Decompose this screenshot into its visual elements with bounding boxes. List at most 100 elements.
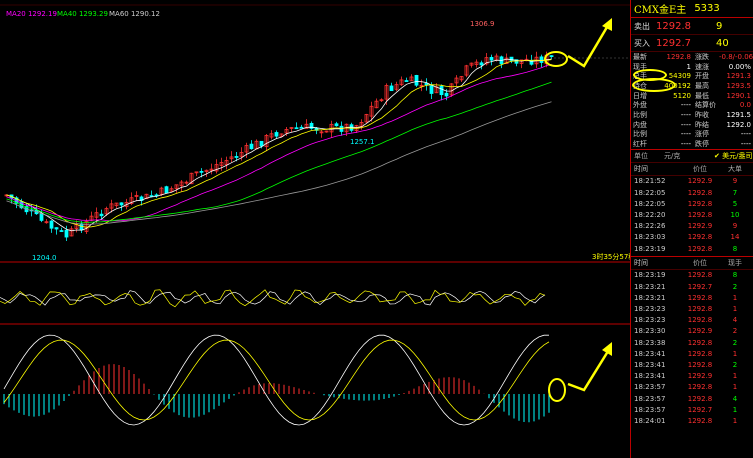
trade-time: 18:23:41 [634,372,666,381]
trade-row: 18:23:57 1292.7 1 [631,404,753,415]
trade-price: 1292.9 [687,327,713,336]
candle-body [39,213,44,221]
sell-price: 1292.8 [656,20,691,32]
tick-trades-list[interactable]: 18:23:19 1292.8 8 18:23:21 1292.7 2 18:23:21 12… [631,270,753,427]
sell-row[interactable]: 卖出 1292.8 9 [631,18,753,35]
kline-chart-svg[interactable]: 1306.9 1257.1 1204.0 3时35分57秒 [0,0,630,458]
candle-body [404,80,409,82]
quote-label: 外盘 [633,101,647,110]
trade-volume: 2 [732,360,738,369]
quote-value: ---- [680,101,691,110]
ma20-line [6,63,552,222]
trade-volume: 5 [732,199,738,208]
large-trades-list[interactable]: 18:21:52 1292.9 9 18:22:05 1292.8 7 18:22:05 12… [631,176,753,256]
trade-time: 18:23:30 [634,327,666,336]
trades-header2-time: 时间 [634,258,648,267]
trade-time: 18:22:05 [634,199,666,208]
quote-value: ---- [740,140,751,149]
trade-row: 18:23:23 1292.8 1 [631,303,753,314]
trade-time: 18:23:41 [634,349,666,358]
trade-time: 18:23:21 [634,282,666,291]
trade-row: 18:22:26 1292.9 9 [631,221,753,232]
highlight-oval-macd [548,378,566,402]
currency-toggle[interactable]: ✔ 美元/盎司 [714,151,752,161]
trades-header-vol: 大单 [728,164,742,173]
candle-body [234,156,239,158]
trade-time: 18:21:52 [634,177,666,186]
instrument-code: 5333 [694,3,720,14]
trade-time: 18:23:23 [634,305,666,314]
trade-volume: 4 [732,316,738,325]
unit-value[interactable]: 元/克 [664,151,714,161]
ma20-legend: MA20 1292.19 [6,10,57,18]
trade-volume: 2 [732,338,738,347]
trade-price: 1292.8 [687,271,713,280]
quote-label: 涨跌 [695,52,709,61]
high-price-label: 1306.9 [470,20,495,28]
trade-row: 18:23:03 1292.8 14 [631,232,753,243]
instrument-name: CMX金E主 [634,5,687,16]
candle-body [429,85,434,94]
arrow-up-icon [567,21,612,68]
quote-value: ---- [680,140,691,149]
trade-time: 18:23:57 [634,405,666,414]
trade-time: 18:23:21 [634,293,666,302]
trade-volume: 1 [732,383,738,392]
trade-row: 18:21:52 1292.9 9 [631,176,753,187]
buy-price: 1292.7 [656,37,691,49]
sell-label: 卖出 [634,21,650,31]
buy-row[interactable]: 买入 1292.7 40 [631,35,753,52]
candle-body [444,92,449,97]
kline-chart-area[interactable]: 1306.91257.11204.03时35分57秒 MA20 1292.19 … [0,0,630,458]
instrument-title: CMX金E主 5333 [631,0,753,18]
trade-time: 18:22:26 [634,222,666,231]
quote-row: 内盘 ---- 昨结 1292.0 [631,120,753,130]
candle-body [164,186,169,194]
quote-value: 1292.8 [666,52,692,61]
trade-price: 1292.8 [687,316,713,325]
candle-body [479,62,484,66]
trade-price: 1292.8 [687,383,713,392]
trade-time: 18:23:57 [634,394,666,403]
currency-label: 美元/盎司 [722,151,753,160]
trade-row: 18:22:20 1292.8 10 [631,209,753,220]
trade-volume: 1 [732,305,738,314]
candle-body [274,132,279,137]
candle-body [119,202,124,206]
quote-value: 1290.1 [726,91,752,100]
time-readout: 3时35分57秒 [592,252,630,261]
trades-header-price: 价位 [693,164,707,173]
candle-body [199,170,204,173]
trade-row: 18:23:30 1292.9 2 [631,326,753,337]
quote-label: 最低 [695,91,709,100]
trade-volume: 2 [732,327,738,336]
macd-dea-line [3,339,550,421]
trade-row: 18:23:57 1292.8 4 [631,393,753,404]
candle-body [299,126,304,129]
quote-label: 开盘 [695,72,709,81]
trades-header2-price: 价位 [693,258,707,267]
quote-value: 1291.5 [726,110,752,119]
candle-body [489,56,494,61]
candle-body [99,213,104,217]
sell-volume: 9 [716,20,723,32]
candle-body [414,74,419,86]
trade-price: 1292.8 [687,338,713,347]
candle-body [294,127,299,130]
trade-price: 1292.8 [687,233,713,242]
quote-row: 比例 ---- 昨收 1291.5 [631,110,753,120]
trade-price: 1292.9 [687,177,713,186]
trade-volume: 9 [732,222,738,231]
trade-price: 1292.8 [687,244,713,253]
trades-header-2: 时间 价位 现手 [631,255,753,270]
quote-label: 红杆 [633,140,647,149]
trade-volume: 1 [732,416,738,425]
ma60-legend: MA60 1290.12 [109,10,160,18]
trade-price: 1292.8 [687,305,713,314]
quote-value: ---- [740,130,751,139]
trade-price: 1292.8 [687,416,713,425]
mid-low-price-label: 1257.1 [350,138,375,146]
quote-label: 跌停 [695,140,709,149]
trades-header2-vol: 现手 [728,258,742,267]
candle-body [59,230,64,232]
